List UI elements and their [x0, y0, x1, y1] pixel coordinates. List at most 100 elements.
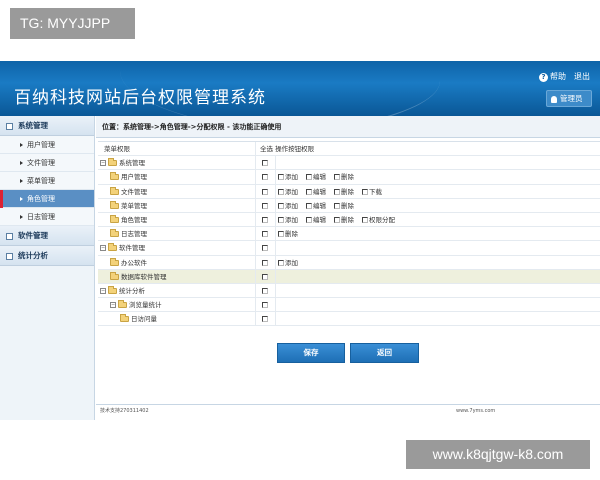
permission-checkbox[interactable] — [362, 216, 368, 223]
select-all-checkbox[interactable] — [262, 202, 268, 209]
back-button[interactable]: 返回 — [350, 343, 419, 363]
help-link[interactable]: ? 帮助 — [539, 71, 566, 82]
tree-node[interactable]: − 软件管理 — [98, 241, 256, 255]
collapse-toggle-icon[interactable]: − — [100, 245, 106, 252]
permission-option[interactable]: 删除 — [334, 170, 354, 184]
tree-node[interactable]: − 统计分析 — [98, 283, 256, 298]
select-all-checkbox[interactable] — [262, 245, 268, 252]
collapse-toggle-icon[interactable]: − — [110, 302, 116, 309]
permission-checkbox[interactable] — [306, 216, 312, 223]
table-row: − 系统管理 — [98, 156, 600, 171]
permission-checkbox[interactable] — [278, 202, 284, 209]
tree-node[interactable]: 日访问量 — [98, 312, 256, 326]
admin-label: 管理员 — [560, 94, 583, 103]
top-links: ? 帮助 退出 — [539, 71, 590, 82]
folder-icon — [120, 314, 129, 323]
tree-node[interactable]: 日志管理 — [98, 227, 256, 241]
select-all-checkbox[interactable] — [262, 302, 268, 309]
permission-option[interactable]: 权限分配 — [362, 213, 395, 227]
permission-checkbox[interactable] — [278, 188, 284, 195]
permission-label: 删除 — [341, 215, 354, 224]
permission-option[interactable]: 添加 — [278, 256, 298, 270]
table-row: 文件管理 添加 编辑 删除 下载 — [98, 184, 600, 199]
select-all-checkbox[interactable] — [262, 188, 268, 195]
permission-checkbox[interactable] — [334, 174, 340, 181]
permission-option[interactable]: 下载 — [362, 185, 382, 199]
permission-option[interactable]: 编辑 — [306, 213, 326, 227]
app-title: 百纳科技网站后台权限管理系统 — [14, 88, 266, 108]
permission-option[interactable]: 添加 — [278, 185, 298, 199]
sidebar-section-system[interactable]: 系统管理 — [0, 116, 94, 136]
permission-option[interactable]: 编辑 — [306, 185, 326, 199]
admin-button[interactable]: 管理员 — [546, 90, 592, 107]
tree-node[interactable]: − 系统管理 — [98, 156, 256, 170]
permission-option[interactable]: 删除 — [278, 227, 298, 241]
permission-checkbox[interactable] — [306, 174, 312, 181]
permission-option[interactable]: 编辑 — [306, 170, 326, 184]
sidebar-item-roles[interactable]: 角色管理 — [0, 190, 94, 208]
permission-checkbox[interactable] — [334, 202, 340, 209]
tree-node[interactable]: 用户管理 — [98, 170, 256, 184]
save-button[interactable]: 保存 — [277, 343, 345, 363]
tree-node[interactable]: 办公软件 — [98, 255, 256, 269]
select-all-checkbox[interactable] — [262, 216, 268, 223]
collapse-toggle-icon[interactable]: − — [100, 160, 106, 167]
permission-option[interactable]: 添加 — [278, 199, 298, 213]
permission-checkbox[interactable] — [362, 188, 368, 195]
sidebar-item-menus[interactable]: 菜单管理 — [0, 172, 94, 190]
permission-checkbox[interactable] — [334, 188, 340, 195]
permission-checkbox[interactable] — [334, 216, 340, 223]
footer-support: 技术支持270311402 — [100, 408, 149, 414]
select-all-checkbox[interactable] — [262, 160, 268, 167]
permission-checkbox[interactable] — [278, 174, 284, 181]
folder-icon — [108, 158, 117, 167]
folder-icon — [108, 285, 117, 294]
permission-option[interactable]: 删除 — [334, 185, 354, 199]
collapse-toggle-icon[interactable]: − — [100, 287, 106, 294]
table-row: − 软件管理 — [98, 241, 600, 256]
tree-node[interactable]: 菜单管理 — [98, 198, 256, 212]
header-select-all: 全选 操作按钮权限 — [260, 145, 315, 153]
tree-node[interactable]: 文件管理 — [98, 184, 256, 198]
permission-checkbox[interactable] — [306, 188, 312, 195]
permission-option[interactable]: 删除 — [334, 199, 354, 213]
sidebar-item-logs[interactable]: 日志管理 — [0, 208, 94, 226]
tree-node[interactable]: − 浏览量统计 — [98, 298, 256, 312]
table-row: 日志管理 删除 — [98, 227, 600, 242]
permission-checkbox[interactable] — [278, 216, 284, 223]
select-all-checkbox[interactable] — [262, 316, 268, 323]
permission-option[interactable]: 添加 — [278, 170, 298, 184]
select-all-checkbox[interactable] — [262, 259, 268, 266]
select-all-checkbox[interactable] — [262, 287, 268, 294]
collapse-icon — [6, 232, 13, 240]
sidebar-section-stats[interactable]: 统计分析 — [0, 246, 94, 266]
permission-option[interactable]: 添加 — [278, 213, 298, 227]
permission-label: 删除 — [285, 230, 298, 239]
permission-label: 删除 — [341, 187, 354, 196]
permission-checkbox[interactable] — [278, 231, 284, 238]
permission-checkbox[interactable] — [306, 202, 312, 209]
permission-option[interactable]: 编辑 — [306, 199, 326, 213]
header-menu-permission: 菜单权限 — [98, 142, 256, 156]
sidebar-section-software[interactable]: 软件管理 — [0, 226, 94, 246]
tree-node-label: 系统管理 — [119, 159, 145, 168]
tree-node[interactable]: 数据库软件管理 — [98, 269, 256, 283]
tree-node[interactable]: 角色管理 — [98, 212, 256, 227]
folder-icon — [118, 300, 127, 309]
folder-icon — [110, 186, 119, 195]
sidebar-item-files[interactable]: 文件管理 — [0, 154, 94, 172]
main-content: 位置：系统管理->角色管理->分配权限 - 该功能正确使用 菜单权限 全选 操作… — [96, 116, 600, 420]
select-all-checkbox[interactable] — [262, 273, 268, 280]
select-all-checkbox[interactable] — [262, 231, 268, 238]
sidebar-item-users[interactable]: 用户管理 — [0, 136, 94, 154]
tree-node-label: 用户管理 — [121, 173, 147, 182]
table-row: 菜单管理 添加 编辑 删除 — [98, 198, 600, 213]
logout-link[interactable]: 退出 — [574, 71, 590, 82]
permission-checkbox[interactable] — [278, 259, 284, 266]
tree-node-label: 办公软件 — [121, 258, 147, 267]
table-row: 日访问量 — [98, 312, 600, 327]
permission-option[interactable]: 删除 — [334, 213, 354, 227]
permission-label: 删除 — [341, 201, 354, 210]
tree-node-label: 日志管理 — [121, 230, 147, 239]
select-all-checkbox[interactable] — [262, 174, 268, 181]
